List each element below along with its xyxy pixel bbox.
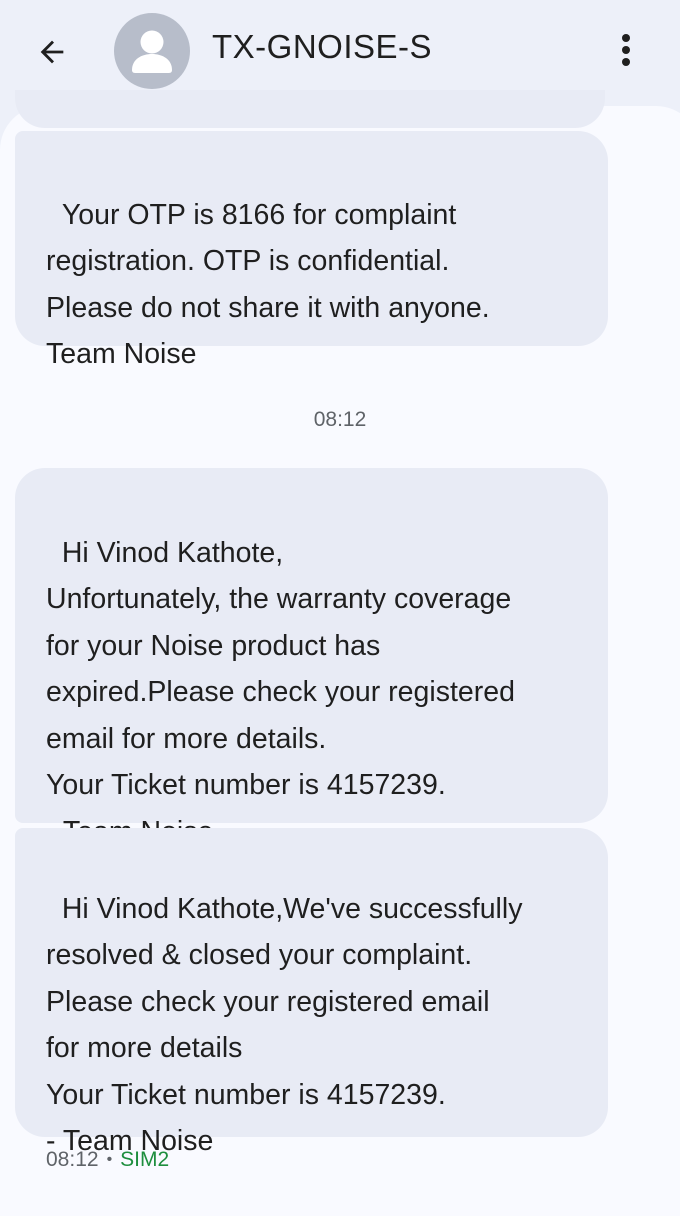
message-bubble[interactable]: Hi Vinod Kathote, Unfortunately, the war…	[15, 468, 608, 848]
more-options-button[interactable]	[606, 26, 646, 74]
contact-name[interactable]: TX-GNOISE-S	[212, 28, 432, 66]
time-divider: 08:12	[313, 408, 367, 431]
back-button[interactable]	[26, 26, 78, 78]
arrow-back-icon	[40, 40, 64, 64]
message-text: Hi Vinod Kathote, Unfortunately, the war…	[46, 536, 515, 848]
sim-label: SIM2	[120, 1148, 170, 1171]
message-status: 08:12 • SIM2	[46, 1148, 169, 1172]
more-vert-icon	[622, 34, 630, 66]
message-text: Hi Vinod Kathote,We've successfully reso…	[46, 892, 523, 1158]
contact-avatar[interactable]	[114, 13, 190, 89]
meta-separator: •	[106, 1151, 113, 1168]
person-icon	[132, 30, 172, 73]
message-bubble[interactable]: Your OTP is 8166 for complaint registrat…	[15, 131, 608, 370]
previous-message-bubble[interactable]	[15, 90, 605, 128]
message-bubble[interactable]: Hi Vinod Kathote,We've successfully reso…	[15, 828, 608, 1157]
message-text: Your OTP is 8166 for complaint registrat…	[46, 198, 490, 371]
message-time: 08:12	[46, 1148, 99, 1171]
